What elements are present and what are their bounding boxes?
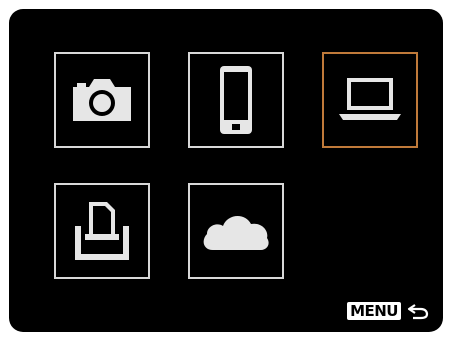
menu-label: MENU — [347, 302, 401, 320]
web-service-tile[interactable] — [188, 183, 284, 279]
laptop-icon — [339, 78, 401, 120]
printer-tile[interactable] — [54, 183, 150, 279]
cloud-icon — [203, 215, 269, 250]
smartphone-tile[interactable] — [188, 52, 284, 148]
camera-tile[interactable] — [54, 52, 150, 148]
computer-tile[interactable] — [322, 52, 418, 148]
smartphone-icon — [220, 66, 252, 134]
menu-back-hint[interactable]: MENU — [347, 302, 429, 320]
return-arrow-icon — [407, 304, 429, 320]
printer-icon — [75, 202, 129, 260]
wireless-function-screen: MENU — [9, 9, 443, 332]
camera-icon — [73, 79, 131, 121]
